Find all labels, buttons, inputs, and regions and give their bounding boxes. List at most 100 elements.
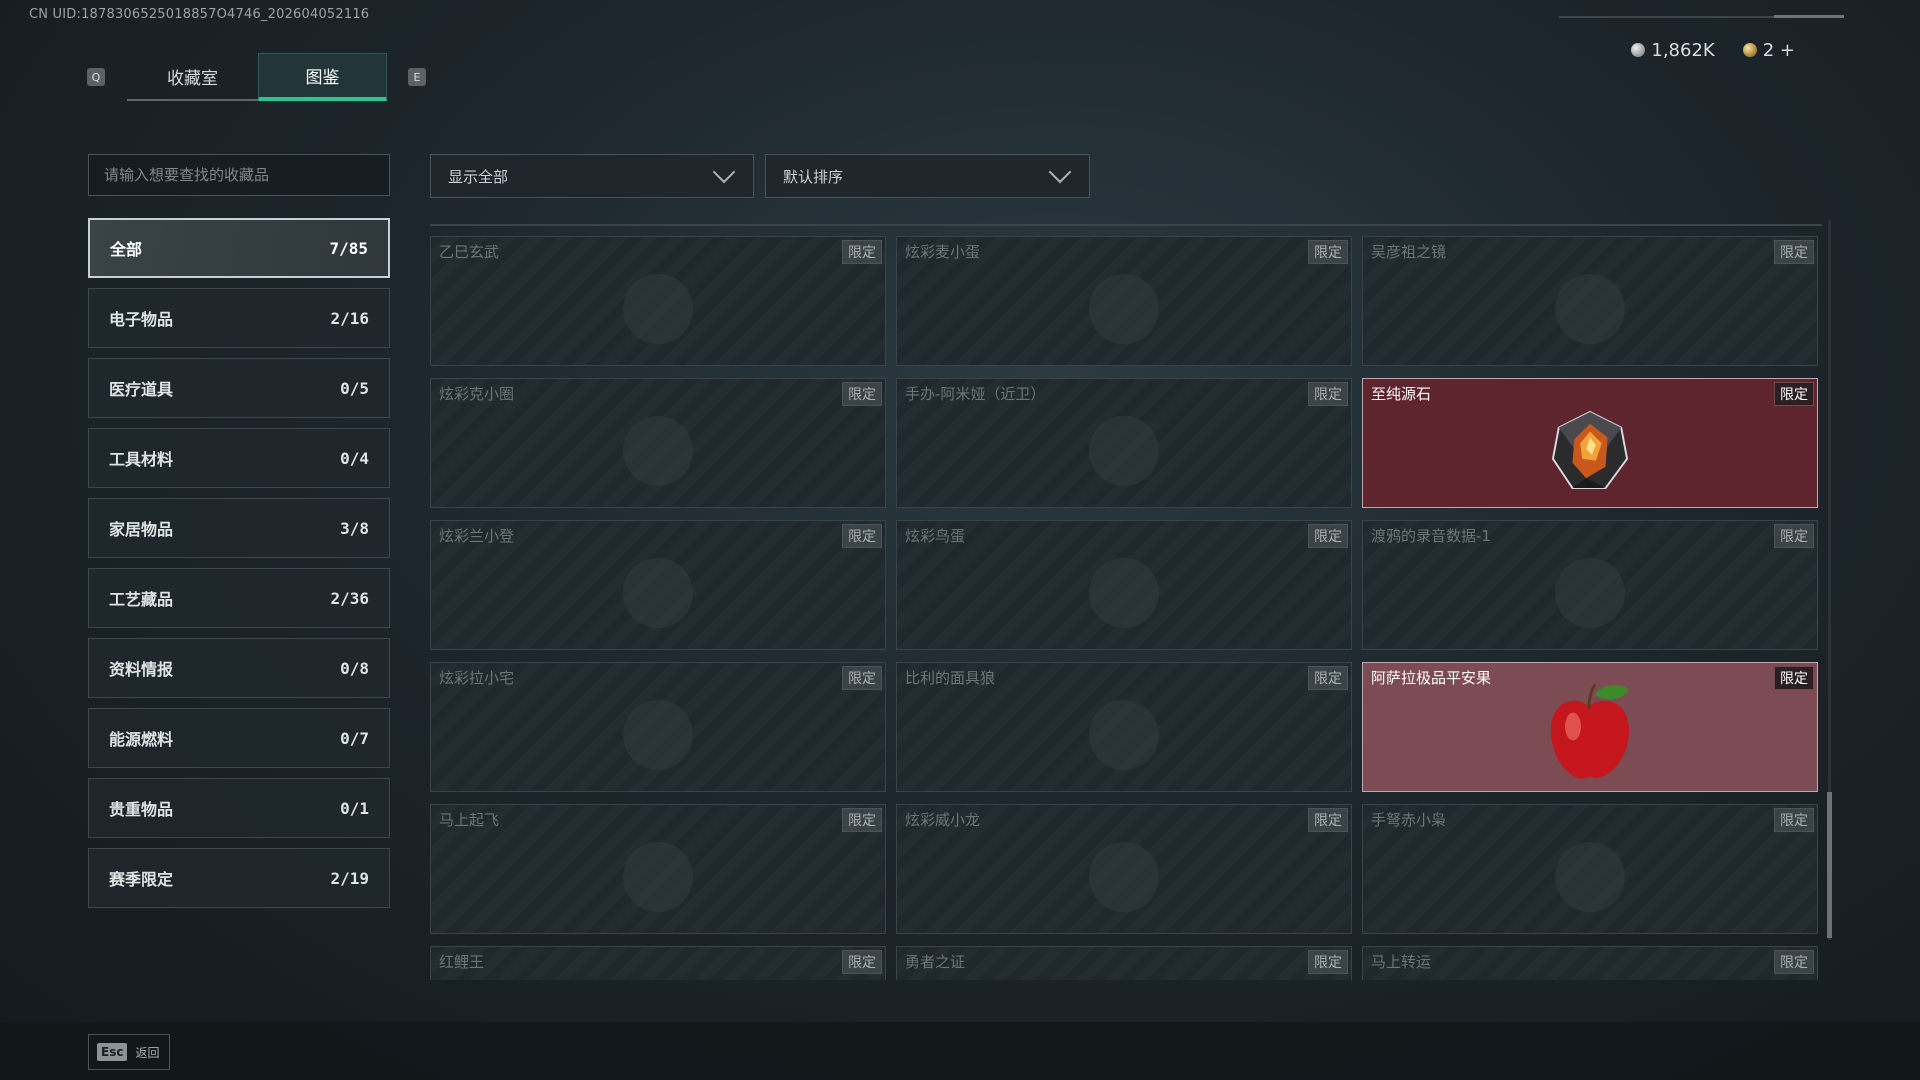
silver-coin-icon bbox=[1631, 43, 1646, 57]
category-label: 全部 bbox=[110, 240, 143, 259]
display-filter-dropdown[interactable]: 显示全部 bbox=[430, 154, 754, 198]
category-count: 2/19 bbox=[330, 868, 369, 888]
esc-key-hint: Esc bbox=[97, 1043, 128, 1061]
category-energy[interactable]: 能源燃料 0/7 bbox=[88, 708, 390, 768]
locked-item-silhouette-icon bbox=[1555, 841, 1625, 912]
locked-item-silhouette-icon bbox=[1555, 273, 1625, 344]
collectible-card[interactable]: 红鲤王 限定 bbox=[430, 946, 886, 980]
category-label: 工艺藏品 bbox=[109, 590, 174, 609]
collectible-card[interactable]: 炫彩威小龙 限定 bbox=[896, 804, 1352, 934]
top-divider-highlight bbox=[1774, 15, 1844, 18]
limited-badge: 限定 bbox=[842, 666, 882, 690]
limited-badge: 限定 bbox=[1774, 240, 1814, 264]
category-count: 0/1 bbox=[340, 798, 369, 818]
card-name: 乙巳玄武 bbox=[439, 243, 500, 261]
limited-badge: 限定 bbox=[842, 808, 882, 832]
locked-item-silhouette-icon bbox=[1089, 415, 1159, 486]
category-season-limited[interactable]: 赛季限定 2/19 bbox=[88, 848, 390, 908]
sort-dropdown[interactable]: 默认排序 bbox=[765, 154, 1090, 198]
category-count: 2/36 bbox=[330, 588, 369, 608]
collectible-card[interactable]: 马上转运 限定 bbox=[1362, 946, 1818, 980]
gold-currency[interactable]: 2 + bbox=[1742, 40, 1795, 61]
category-count: 7/85 bbox=[329, 238, 368, 258]
category-count: 0/4 bbox=[340, 448, 369, 468]
uid-text: CN UID:1878306525018857O4746_20260405211… bbox=[29, 7, 370, 22]
red-apple-icon bbox=[1551, 684, 1629, 780]
limited-badge: 限定 bbox=[1774, 808, 1814, 832]
back-button[interactable]: Esc 返回 bbox=[88, 1034, 170, 1070]
tab-collection-room[interactable]: 收藏室 bbox=[127, 53, 258, 101]
limited-badge: 限定 bbox=[1308, 666, 1348, 690]
locked-item-silhouette-icon bbox=[1089, 557, 1159, 628]
card-name: 马上起飞 bbox=[439, 811, 500, 829]
category-list: 全部 7/85 电子物品 2/16 医疗道具 0/5 工具材料 0/4 家居物品 3/8 … bbox=[88, 218, 390, 918]
chevron-down-icon bbox=[1048, 160, 1072, 184]
category-label: 贵重物品 bbox=[109, 800, 174, 819]
card-name: 炫彩麦小蛋 bbox=[905, 243, 981, 261]
locked-item-silhouette-icon bbox=[1089, 699, 1159, 770]
collectible-card[interactable]: 渡鸦的录音数据-1 限定 bbox=[1362, 520, 1818, 650]
card-name: 比利的面具狼 bbox=[905, 669, 996, 687]
card-name: 吴彦祖之镜 bbox=[1371, 243, 1447, 261]
collectible-card[interactable]: 手办-阿米娅（近卫） 限定 bbox=[896, 378, 1352, 508]
tab-encyclopedia[interactable]: 图鉴 bbox=[258, 53, 387, 101]
card-name: 炫彩克小圈 bbox=[439, 385, 515, 403]
collectible-card[interactable]: 马上起飞 限定 bbox=[430, 804, 886, 934]
category-electronics[interactable]: 电子物品 2/16 bbox=[88, 288, 390, 348]
grid-scrollbar-thumb[interactable] bbox=[1827, 792, 1832, 938]
card-name: 阿萨拉极品平安果 bbox=[1371, 669, 1492, 687]
category-label: 工具材料 bbox=[109, 450, 174, 469]
card-name: 手办-阿米娅（近卫） bbox=[905, 385, 1046, 403]
locked-item-silhouette-icon bbox=[623, 415, 693, 486]
category-all[interactable]: 全部 7/85 bbox=[88, 218, 390, 278]
collectible-card[interactable]: 炫彩麦小蛋 限定 bbox=[896, 236, 1352, 366]
collection-grid: 乙巳玄武 限定 炫彩麦小蛋 限定 吴彦祖之镜 限定 炫彩克小圈 限定 手办-阿米娅（近卫… bbox=[430, 236, 1820, 980]
card-name: 炫彩鸟蛋 bbox=[905, 527, 966, 545]
next-tab-key-hint[interactable]: E bbox=[408, 68, 426, 86]
card-name: 红鲤王 bbox=[439, 953, 485, 971]
category-label: 能源燃料 bbox=[109, 730, 174, 749]
card-name: 马上转运 bbox=[1371, 953, 1432, 971]
locked-item-silhouette-icon bbox=[623, 699, 693, 770]
prev-tab-key-hint[interactable]: Q bbox=[87, 68, 105, 86]
category-medical[interactable]: 医疗道具 0/5 bbox=[88, 358, 390, 418]
category-valuables[interactable]: 贵重物品 0/1 bbox=[88, 778, 390, 838]
collectible-card-owned[interactable]: 阿萨拉极品平安果 限定 bbox=[1362, 662, 1818, 792]
card-name: 炫彩兰小登 bbox=[439, 527, 515, 545]
collectible-card[interactable]: 炫彩鸟蛋 限定 bbox=[896, 520, 1352, 650]
locked-item-silhouette-icon bbox=[623, 557, 693, 628]
card-name: 炫彩威小龙 bbox=[905, 811, 981, 829]
category-crafts[interactable]: 工艺藏品 2/36 bbox=[88, 568, 390, 628]
collectible-card[interactable]: 吴彦祖之镜 限定 bbox=[1362, 236, 1818, 366]
sort-value: 默认排序 bbox=[783, 167, 844, 186]
back-label: 返回 bbox=[135, 1045, 160, 1060]
category-household[interactable]: 家居物品 3/8 bbox=[88, 498, 390, 558]
category-tools[interactable]: 工具材料 0/4 bbox=[88, 428, 390, 488]
search-input[interactable] bbox=[88, 154, 390, 196]
currency-display: 1,862K 2 + bbox=[1631, 40, 1795, 61]
originium-gem-icon bbox=[1551, 410, 1629, 489]
collectible-card[interactable]: 勇者之证 限定 bbox=[896, 946, 1352, 980]
limited-badge: 限定 bbox=[842, 524, 882, 548]
add-currency-icon[interactable]: + bbox=[1780, 40, 1795, 61]
category-intel[interactable]: 资料情报 0/8 bbox=[88, 638, 390, 698]
limited-badge: 限定 bbox=[1308, 950, 1348, 974]
collectible-card[interactable]: 炫彩兰小登 限定 bbox=[430, 520, 886, 650]
collectible-card-owned[interactable]: 至纯源石 限定 bbox=[1362, 378, 1818, 508]
collectible-card[interactable]: 炫彩拉小宅 限定 bbox=[430, 662, 886, 792]
category-count: 0/8 bbox=[340, 658, 369, 678]
limited-badge: 限定 bbox=[842, 950, 882, 974]
locked-item-silhouette-icon bbox=[623, 841, 693, 912]
limited-badge: 限定 bbox=[1774, 382, 1814, 406]
collectible-card[interactable]: 乙巳玄武 限定 bbox=[430, 236, 886, 366]
silver-currency: 1,862K bbox=[1631, 40, 1715, 61]
gold-coin-icon bbox=[1742, 43, 1757, 57]
collectible-card[interactable]: 炫彩克小圈 限定 bbox=[430, 378, 886, 508]
limited-badge: 限定 bbox=[842, 382, 882, 406]
limited-badge: 限定 bbox=[1308, 808, 1348, 832]
limited-badge: 限定 bbox=[842, 240, 882, 264]
collectible-card[interactable]: 手弩赤小枭 限定 bbox=[1362, 804, 1818, 934]
collectible-card[interactable]: 比利的面具狼 限定 bbox=[896, 662, 1352, 792]
category-label: 医疗道具 bbox=[109, 380, 174, 399]
category-count: 2/16 bbox=[330, 308, 369, 328]
